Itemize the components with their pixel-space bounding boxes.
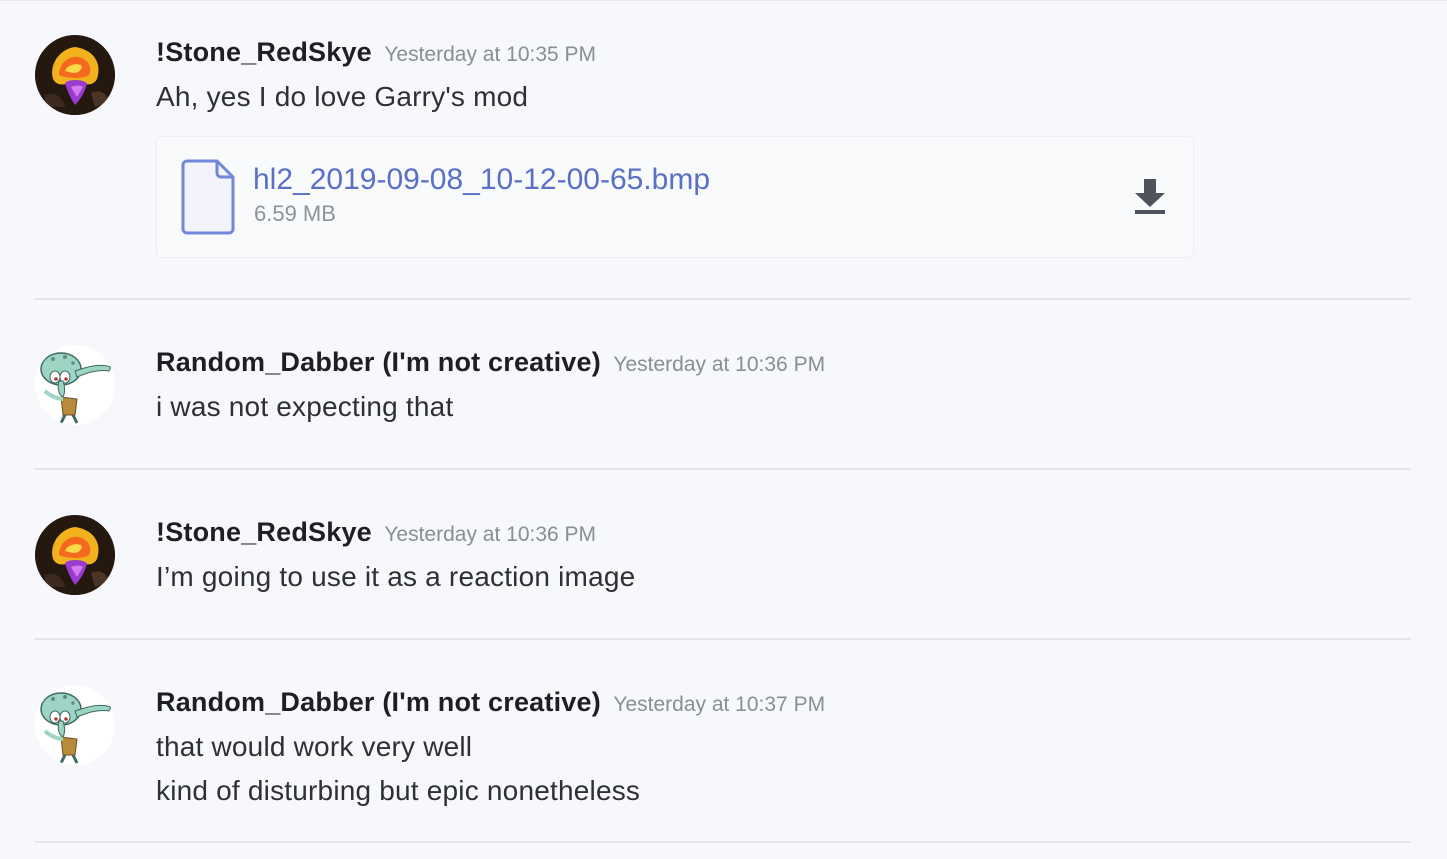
message-text: that would work very well: [156, 731, 473, 762]
timestamp[interactable]: Yesterday at 10:36 PM: [384, 523, 596, 546]
message-text: I’m going to use it as a reaction image: [156, 561, 636, 592]
message-text: kind of disturbing but epic nonetheless: [156, 775, 641, 806]
message-header: !Stone_RedSkye Yesterday at 10:35 PM: [156, 37, 596, 68]
message-text: i was not expecting that: [156, 391, 454, 422]
message-divider: [35, 468, 1411, 470]
file-icon: [181, 159, 235, 235]
avatar[interactable]: [35, 515, 115, 595]
avatar[interactable]: [35, 35, 115, 115]
file-attachment: hl2_2019-09-08_10-12-00-65.bmp 6.59 MB: [156, 136, 1194, 258]
username[interactable]: Random_Dabber (I'm not creative): [156, 347, 601, 377]
message-divider: [35, 638, 1411, 640]
flame-avatar-icon: [35, 515, 115, 595]
flame-avatar-icon: [35, 35, 115, 115]
message-text: Ah, yes I do love Garry's mod: [156, 81, 529, 112]
message-header: Random_Dabber (I'm not creative) Yesterd…: [156, 687, 825, 718]
message-header: !Stone_RedSkye Yesterday at 10:36 PM: [156, 517, 596, 548]
timestamp[interactable]: Yesterday at 10:35 PM: [384, 43, 596, 66]
download-icon[interactable]: [1133, 177, 1167, 215]
squidward-dab-avatar-icon: [35, 685, 115, 765]
timestamp[interactable]: Yesterday at 10:36 PM: [613, 353, 825, 376]
username[interactable]: !Stone_RedSkye: [156, 517, 372, 547]
username[interactable]: Random_Dabber (I'm not creative): [156, 687, 601, 717]
message-divider: [35, 841, 1411, 843]
avatar[interactable]: [35, 345, 115, 425]
message-header: Random_Dabber (I'm not creative) Yesterd…: [156, 347, 825, 378]
timestamp[interactable]: Yesterday at 10:37 PM: [613, 693, 825, 716]
attachment-filesize: 6.59 MB: [254, 201, 336, 226]
squidward-dab-avatar-icon: [35, 345, 115, 425]
attachment-filename-link[interactable]: hl2_2019-09-08_10-12-00-65.bmp: [253, 163, 710, 197]
username[interactable]: !Stone_RedSkye: [156, 37, 372, 67]
chat-message-list: !Stone_RedSkye Yesterday at 10:35 PM Ah,…: [0, 0, 1447, 859]
avatar[interactable]: [35, 685, 115, 765]
message-divider: [35, 298, 1411, 300]
